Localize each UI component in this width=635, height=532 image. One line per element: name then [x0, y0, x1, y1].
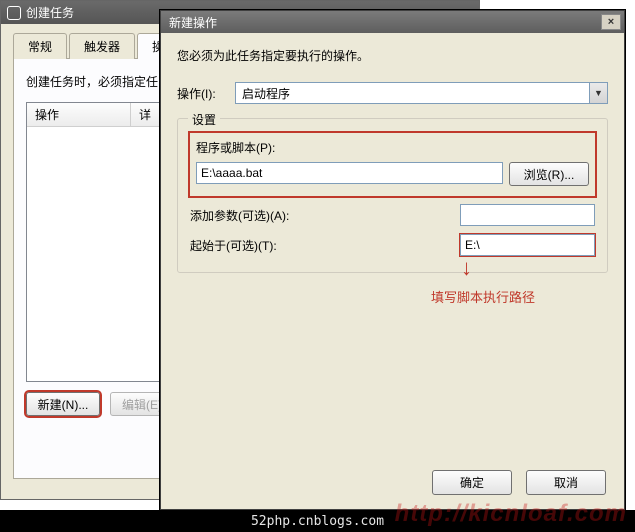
actions-list-header: 操作 详	[27, 103, 160, 127]
dialog-instruction: 您必须为此任务指定要执行的操作。	[177, 47, 608, 64]
new-action-titlebar: 新建操作 ×	[161, 11, 624, 33]
startin-input[interactable]	[460, 234, 595, 256]
operation-label: 操作(I):	[177, 85, 235, 102]
settings-legend: 设置	[188, 111, 220, 128]
ok-button[interactable]: 确定	[432, 470, 512, 495]
new-action-button[interactable]: 新建(N)...	[26, 392, 100, 416]
tab-general[interactable]: 常规	[13, 33, 67, 59]
window-icon	[7, 6, 21, 20]
annotation-arrow-icon: ↓	[461, 255, 472, 281]
annotation-text: 填写脚本执行路径	[431, 287, 535, 306]
args-input[interactable]	[460, 204, 595, 226]
col-details: 详	[131, 103, 160, 126]
startin-label: 起始于(可选)(T):	[190, 237, 310, 254]
actions-list[interactable]: 操作 详	[26, 102, 161, 382]
args-label: 添加参数(可选)(A):	[190, 207, 310, 224]
program-input[interactable]	[196, 162, 503, 184]
close-button[interactable]: ×	[601, 14, 621, 30]
operation-value: 启动程序	[242, 85, 290, 102]
program-block-highlight: 程序或脚本(P): 浏览(R)...	[190, 133, 595, 196]
program-label: 程序或脚本(P):	[196, 139, 589, 156]
new-action-title: 新建操作	[169, 14, 217, 31]
cancel-button[interactable]: 取消	[526, 470, 606, 495]
browse-button[interactable]: 浏览(R)...	[509, 162, 589, 186]
source-credit-bar: 52php.cnblogs.com	[0, 510, 635, 532]
col-action: 操作	[27, 103, 131, 126]
settings-group: 设置 程序或脚本(P): 浏览(R)... 添加参数(可选)(A): 起始于(可…	[177, 118, 608, 273]
chevron-down-icon: ▼	[589, 83, 607, 103]
source-credit: 52php.cnblogs.com	[251, 514, 384, 529]
operation-select[interactable]: 启动程序 ▼	[235, 82, 608, 104]
close-icon: ×	[608, 16, 614, 28]
new-action-dialog: 新建操作 × 您必须为此任务指定要执行的操作。 操作(I): 启动程序 ▼ 设置…	[160, 10, 625, 510]
tab-triggers[interactable]: 触发器	[69, 33, 135, 59]
create-task-title: 创建任务	[26, 4, 74, 21]
